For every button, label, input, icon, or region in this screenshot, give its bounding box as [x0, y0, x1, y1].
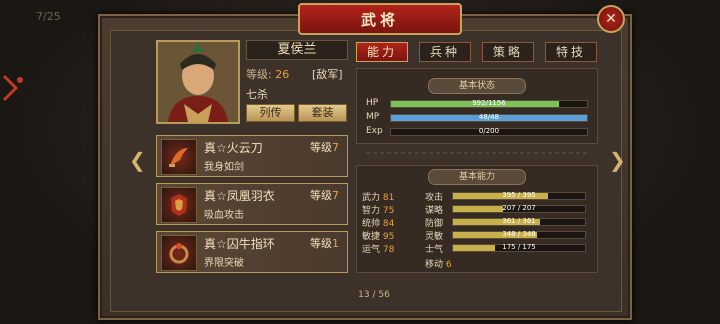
attribute-value: 75	[382, 206, 395, 216]
attribute-stat: 运气 78	[362, 242, 394, 255]
hp-label: HP	[366, 98, 379, 108]
combat-label: 谋略	[425, 206, 444, 216]
equipment-name: 真☆凤凰羽衣	[204, 189, 275, 203]
combat-bar: 395 / 395	[452, 191, 586, 200]
background-counter: 7/25	[36, 10, 61, 23]
exp-value: 0/200	[478, 127, 500, 135]
bg-decoration-icon	[2, 74, 23, 102]
outfit-button[interactable]: 套装	[298, 104, 347, 122]
general-name: 夏侯兰	[246, 40, 348, 60]
attribute-value: 81	[382, 193, 395, 203]
combat-value: 348 / 348	[502, 230, 536, 238]
basic-ability-title: 基本能力	[428, 169, 526, 185]
page-title: 武将	[298, 3, 462, 35]
combat-bar: 175 / 175	[452, 243, 586, 252]
attribute-stat: 智力 75	[362, 203, 394, 216]
mp-bar: 48/48	[390, 113, 588, 122]
attribute-label: 武力	[362, 193, 381, 203]
level-label: 等级:	[246, 68, 272, 81]
combat-label: 攻击	[425, 193, 444, 203]
equipment-name: 真☆囚牛指环	[204, 237, 275, 251]
tab-strategy[interactable]: 策略	[482, 42, 534, 62]
equipment-slot-ring[interactable]: 真☆囚牛指环 等级1 界限突破	[156, 231, 348, 273]
move-label: 移动	[425, 260, 444, 270]
mp-label: MP	[366, 112, 380, 122]
page-indicator: 13 / 56	[358, 290, 390, 300]
close-button[interactable]: ✕	[597, 5, 625, 33]
tab-troops[interactable]: 兵种	[419, 42, 471, 62]
exp-label: Exp	[366, 126, 383, 136]
equipment-level: 等级1	[310, 237, 339, 250]
attribute-stat: 武力 81	[362, 190, 394, 203]
next-general-arrow[interactable]: ❯	[609, 150, 626, 170]
armor-icon	[161, 187, 197, 223]
combat-bar: 207 / 207	[452, 204, 586, 213]
equipment-desc: 界限突破	[204, 258, 244, 269]
sword-icon	[161, 139, 197, 175]
close-icon: ✕	[605, 11, 617, 27]
general-faction: [敌军]	[312, 68, 343, 81]
attribute-stat: 敏捷 95	[362, 229, 394, 242]
tab-ability[interactable]: 能力	[356, 42, 408, 62]
general-avatar-icon	[158, 42, 238, 122]
general-skill: 七杀	[246, 88, 268, 101]
mp-value: 48/48	[478, 113, 500, 121]
equipment-level: 等级7	[310, 141, 339, 154]
equipment-desc: 吸血攻击	[204, 210, 244, 221]
combat-label: 士气	[425, 245, 444, 255]
level-value: 26	[275, 68, 290, 81]
attribute-value: 84	[382, 219, 395, 229]
basic-status-title: 基本状态	[428, 78, 526, 94]
combat-value: 395 / 395	[502, 191, 536, 199]
prev-general-arrow[interactable]: ❮	[129, 150, 146, 170]
attribute-label: 智力	[362, 206, 381, 216]
combat-bar: 361 / 361	[452, 217, 586, 226]
equipment-desc: 我身如剑	[204, 162, 244, 173]
attribute-label: 运气	[362, 245, 381, 255]
decorative-divider	[366, 152, 588, 154]
tab-special[interactable]: 特技	[545, 42, 597, 62]
combat-value: 361 / 361	[502, 217, 536, 225]
equipment-name: 真☆火云刀	[204, 141, 263, 155]
attribute-label: 敏捷	[362, 232, 381, 242]
combat-bar: 348 / 348	[452, 230, 586, 239]
hp-value: 992/1156	[472, 99, 506, 107]
attribute-value: 95	[382, 232, 395, 242]
exp-bar: 0/200	[390, 127, 588, 136]
move-stat: 移动 6	[425, 257, 452, 270]
attribute-value: 78	[382, 245, 395, 255]
equipment-level: 等级7	[310, 189, 339, 202]
combat-value: 207 / 207	[502, 204, 536, 212]
equipment-slot-armor[interactable]: 真☆凤凰羽衣 等级7 吸血攻击	[156, 183, 348, 225]
equipment-slot-weapon[interactable]: 真☆火云刀 等级7 我身如剑	[156, 135, 348, 177]
attribute-label: 统帅	[362, 219, 381, 229]
general-portrait	[156, 40, 240, 124]
attribute-stat: 统帅 84	[362, 216, 394, 229]
ring-icon	[161, 235, 197, 271]
combat-label: 灵敏	[425, 232, 444, 242]
general-level: 等级: 26	[246, 66, 289, 82]
combat-label: 防御	[425, 219, 444, 229]
move-value: 6	[445, 260, 452, 270]
hp-bar: 992/1156	[390, 99, 588, 108]
bio-button[interactable]: 列传	[246, 104, 295, 122]
combat-value: 175 / 175	[502, 243, 536, 251]
